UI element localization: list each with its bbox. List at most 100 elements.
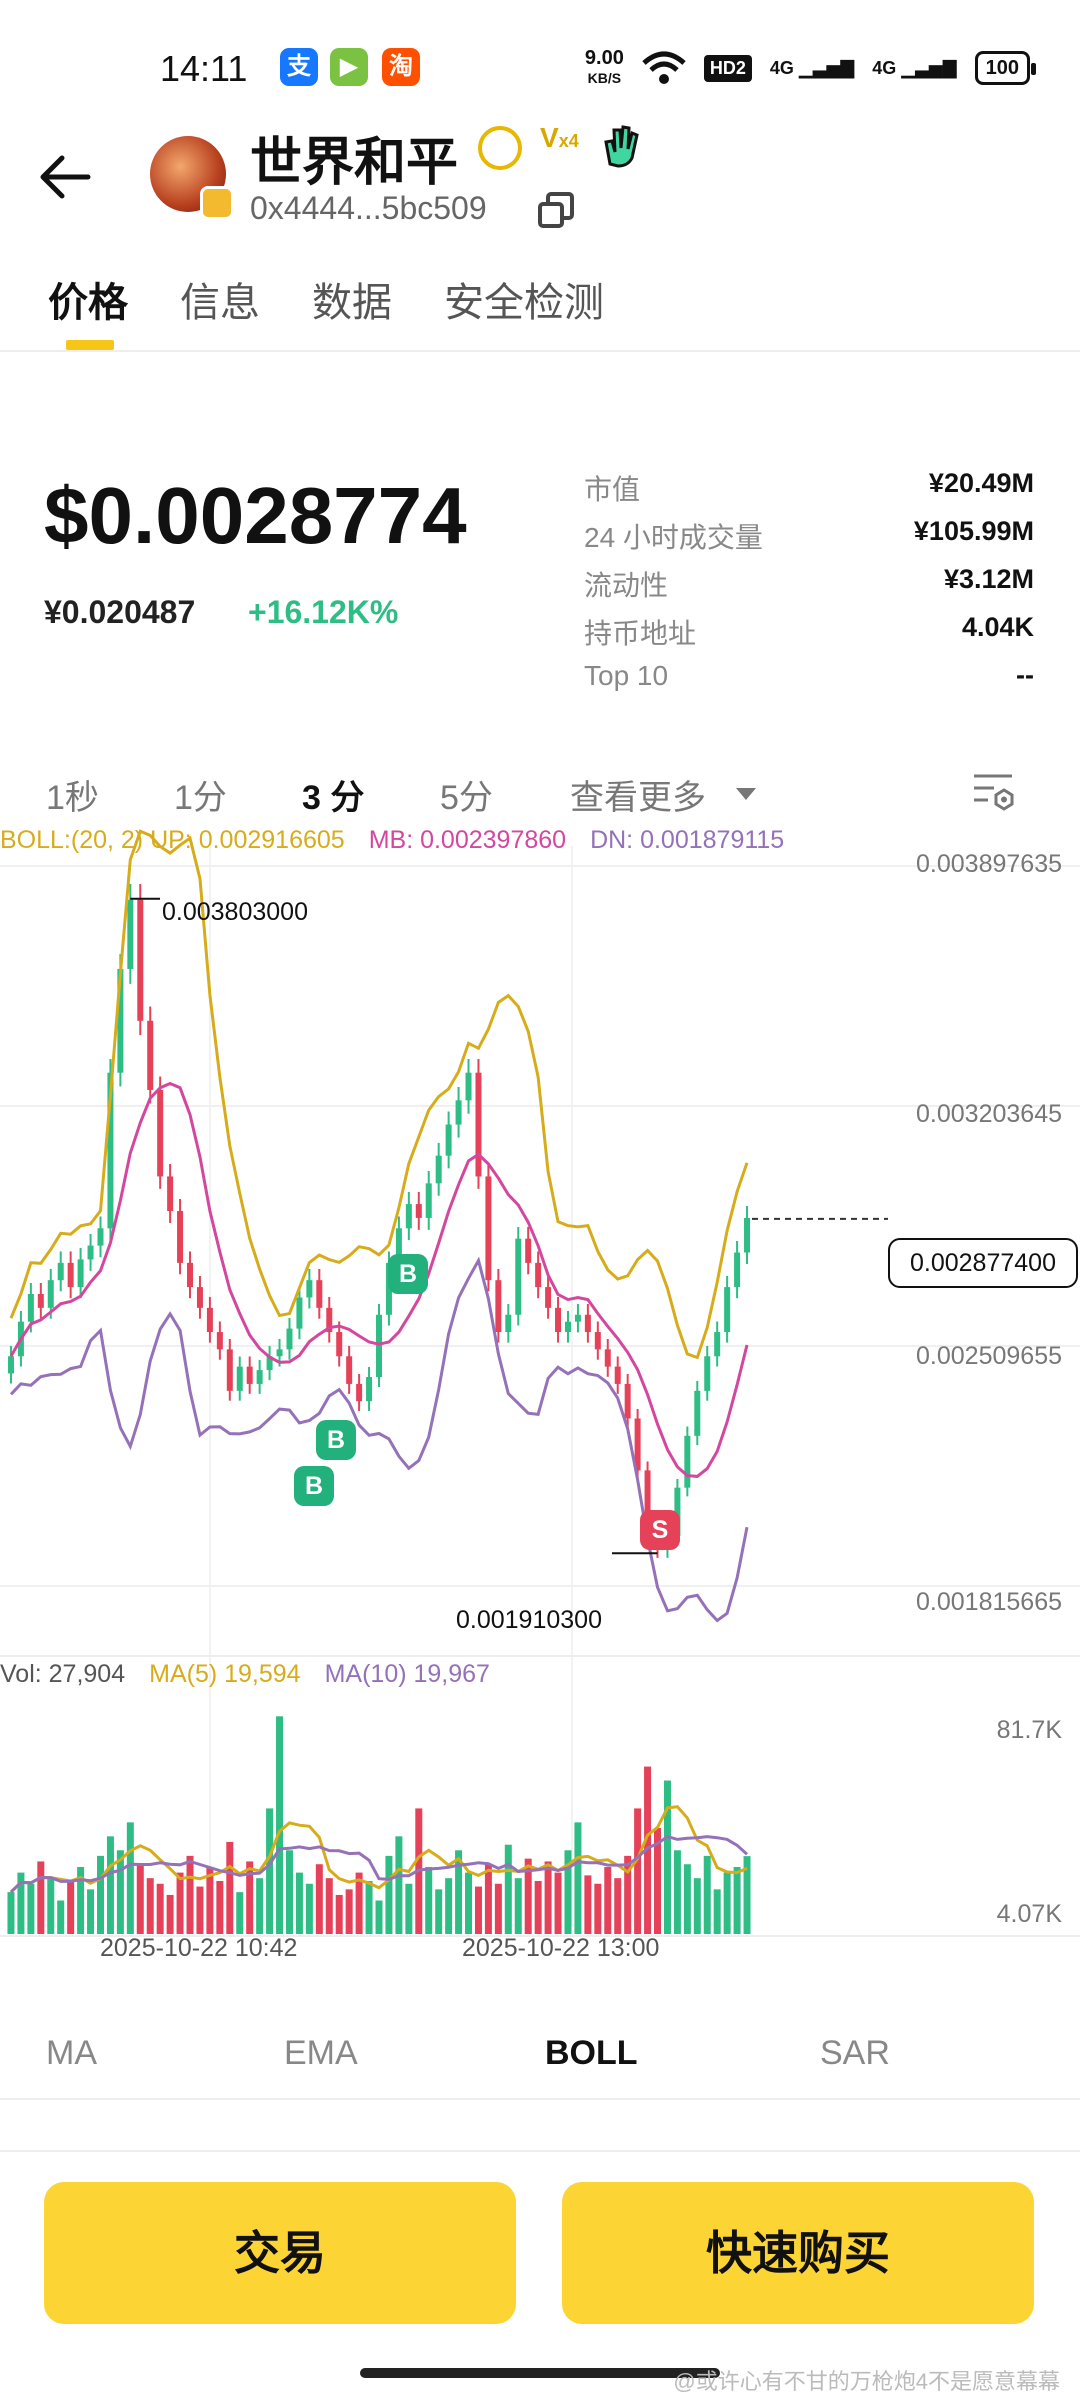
candle-body [27, 1294, 34, 1322]
volume-bar [544, 1861, 552, 1934]
candle-body [57, 1262, 64, 1281]
tf-3m[interactable]: 3 分 [302, 770, 364, 819]
volume-bar [693, 1878, 701, 1934]
candle-body [366, 1377, 373, 1402]
x-axis-label: 2025-10-22 10:42 [100, 1934, 298, 1962]
copy-icon[interactable] [536, 190, 576, 230]
candle-body [415, 1204, 422, 1218]
volume-legend: Vol: 27,904 MA(5) 19,594 MA(10) 19,967 [0, 1660, 490, 1688]
back-arrow-icon[interactable] [38, 150, 92, 204]
volume-bar [683, 1864, 691, 1934]
volume-bar [713, 1889, 721, 1934]
home-indicator[interactable] [360, 2368, 720, 2378]
price-chart[interactable]: BOLL:(20, 2) UP: 0.002916605 MB: 0.002397… [0, 826, 1080, 1986]
candle-body [604, 1349, 611, 1367]
chevron-down-icon[interactable] [736, 788, 756, 800]
stat-row: 流动性 ¥3.12M [584, 564, 1034, 601]
volume-bar [474, 1886, 482, 1934]
ind-tab-ema[interactable]: EMA [284, 2034, 358, 2073]
volume-bar [395, 1836, 403, 1934]
candle-body [177, 1211, 184, 1263]
candle-body [216, 1332, 223, 1350]
tab-data[interactable]: 数据 [312, 270, 392, 328]
battery-icon: 100 [974, 51, 1037, 85]
candle-body [445, 1124, 452, 1156]
low-annotation: 0.001910300 [456, 1606, 602, 1634]
candle-body [744, 1217, 751, 1253]
hd-badge: HD2 [703, 54, 752, 82]
candle-body [614, 1366, 621, 1384]
candle-body [276, 1349, 283, 1357]
candle-body [296, 1297, 303, 1329]
volume-bar [67, 1880, 75, 1934]
volume-bar [663, 1780, 671, 1934]
volume-bar [216, 1880, 224, 1934]
ind-tab-ma[interactable]: MA [46, 2034, 97, 2073]
volume-bar [325, 1878, 333, 1934]
tf-1s[interactable]: 1秒 [46, 770, 99, 819]
volume-bar [554, 1872, 562, 1934]
candle-body [515, 1238, 522, 1315]
quick-buy-button[interactable]: 快速购买 [562, 2182, 1034, 2324]
volume-bar [335, 1894, 343, 1934]
boll-upper-line [9, 829, 749, 1360]
ind-tab-sar[interactable]: SAR [820, 2034, 890, 2073]
candle-body [97, 1228, 104, 1246]
volume-bar [156, 1883, 164, 1934]
buy-marker[interactable]: B [388, 1254, 428, 1294]
volume-bar [484, 1864, 492, 1934]
candle-body [555, 1307, 562, 1333]
high-annotation: 0.003803000 [162, 898, 308, 926]
volume-bar [733, 1867, 741, 1934]
volume-bar [47, 1878, 55, 1934]
candle-body [425, 1183, 432, 1218]
candle-body [336, 1332, 343, 1357]
volume-bar [146, 1878, 154, 1934]
candle-body [37, 1294, 44, 1308]
tab-price[interactable]: 价格 [48, 270, 128, 328]
y-axis-label: 0.001815665 [916, 1588, 1062, 1616]
trade-button[interactable]: 交易 [44, 2182, 516, 2324]
volume-bar [375, 1900, 383, 1934]
tf-1m[interactable]: 1分 [174, 770, 227, 819]
candle-body [405, 1204, 412, 1229]
candle-body [236, 1366, 243, 1391]
tab-security[interactable]: 安全检测 [444, 270, 604, 328]
volume-bar [405, 1883, 413, 1934]
sell-marker[interactable]: S [640, 1510, 680, 1550]
boll-middle-line [9, 1081, 749, 1478]
volume-bar [574, 1822, 582, 1934]
volume-bar [365, 1880, 373, 1934]
tf-5m[interactable]: 5分 [440, 770, 493, 819]
candle-body [187, 1262, 194, 1288]
volume-bar [504, 1844, 512, 1934]
volume-bar [96, 1855, 104, 1934]
volume-bar [594, 1883, 602, 1934]
candle-body [505, 1314, 512, 1333]
candlestick-plot[interactable] [0, 826, 1080, 1986]
candle-body [7, 1356, 14, 1374]
candle-body [127, 899, 134, 969]
volume-bar [315, 1864, 323, 1934]
stat-row: Top 10 -- [584, 660, 1034, 691]
token-header: 世界和平 Vx4 0x4444...5bc509 [0, 120, 1080, 250]
volume-bar [425, 1867, 433, 1934]
volume-bar [435, 1889, 443, 1934]
buy-marker[interactable]: B [316, 1420, 356, 1460]
stat-row: 24 小时成交量 ¥105.99M [584, 516, 1034, 553]
volume-bar [7, 1892, 15, 1934]
indicator-tabs: MA EMA BOLL SAR [0, 2020, 1080, 2100]
volume-bar [37, 1861, 45, 1934]
buy-marker[interactable]: B [294, 1466, 334, 1506]
candle-body [376, 1314, 382, 1378]
chart-settings-icon[interactable] [970, 768, 1016, 814]
tab-info[interactable]: 信息 [180, 270, 260, 328]
candle-body [147, 1020, 154, 1090]
volume-bar [126, 1822, 134, 1934]
volume-axis-label: 4.07K [996, 1900, 1062, 1928]
tf-more[interactable]: 查看更多 [570, 770, 706, 819]
volume-axis-label: 81.7K [996, 1716, 1062, 1744]
candle-body [475, 1072, 482, 1177]
ind-tab-boll[interactable]: BOLL [545, 2034, 638, 2073]
x-axis-label: 2025-10-22 13:00 [462, 1934, 660, 1962]
